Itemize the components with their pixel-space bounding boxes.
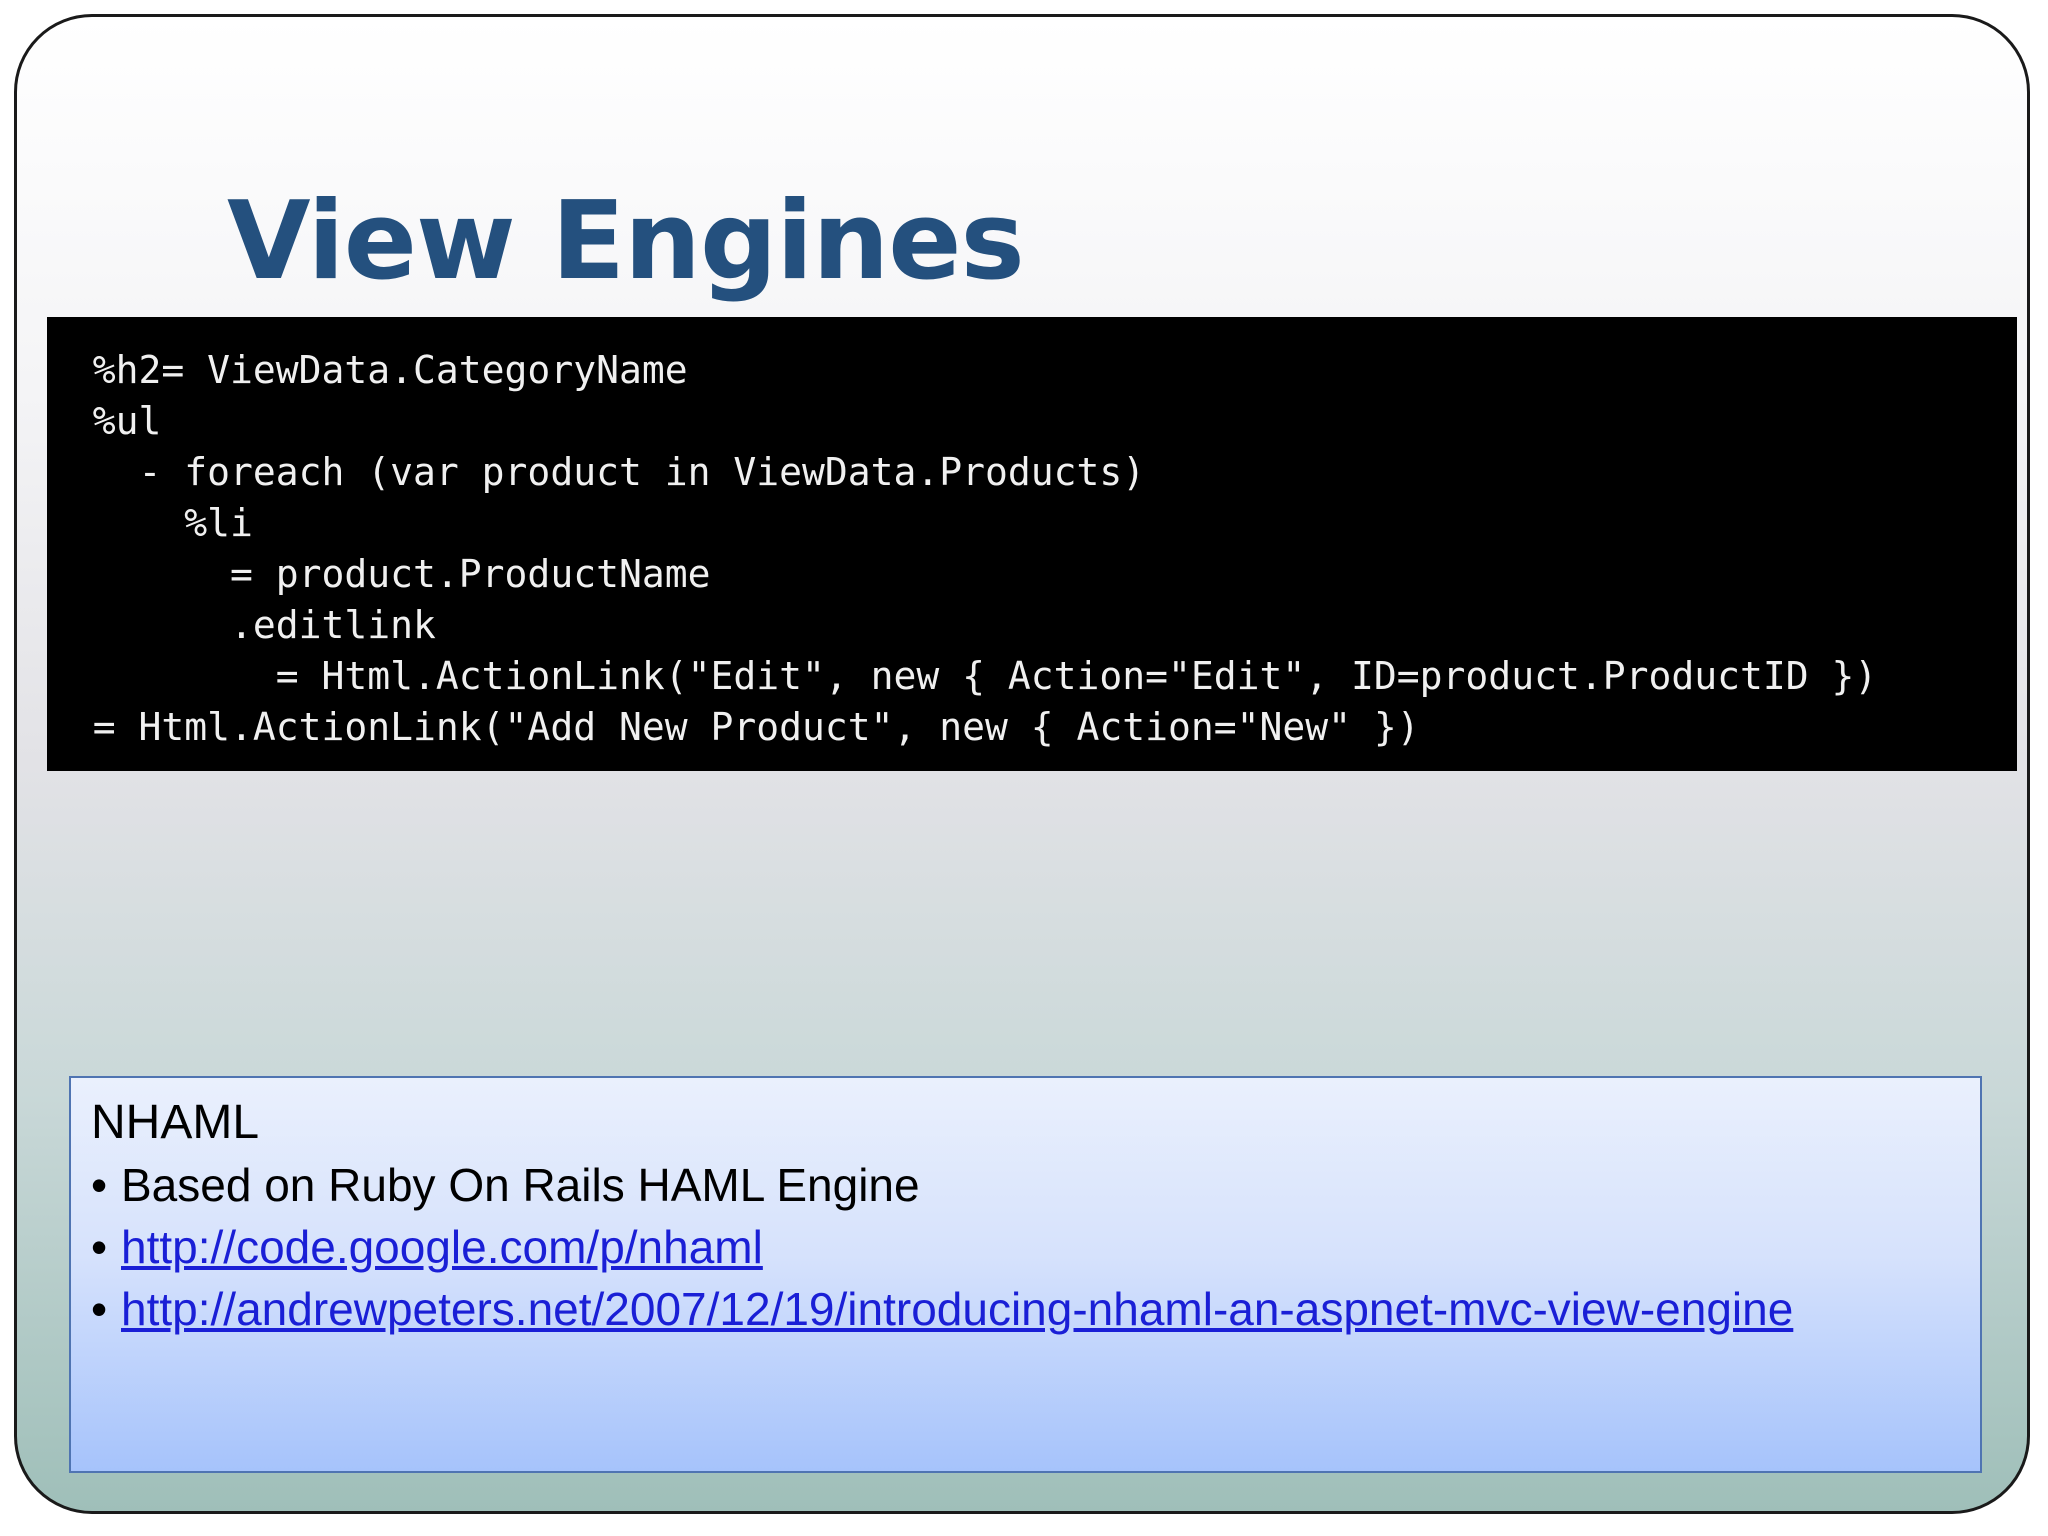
bullet-icon: • — [91, 1159, 108, 1211]
info-heading: NHAML — [91, 1096, 260, 1149]
info-box: NHAML • Based on Ruby On Rails HAML Engin… — [69, 1076, 1982, 1473]
code-line: - foreach (var product in ViewData.Produ… — [47, 450, 1146, 494]
nhaml-google-code-link[interactable]: http://code.google.com/p/nhaml — [121, 1221, 763, 1273]
info-item-text: Based on Ruby On Rails HAML Engine — [121, 1159, 920, 1211]
bullet-icon: • — [91, 1283, 108, 1335]
code-line: = Html.ActionLink("Add New Product", new… — [47, 705, 1420, 749]
code-line: = product.ProductName — [47, 552, 711, 596]
info-list: • Based on Ruby On Rails HAML Engine • htt… — [91, 1154, 1960, 1340]
bullet-icon: • — [91, 1221, 108, 1273]
list-item: • http://code.google.com/p/nhaml — [91, 1216, 1960, 1278]
slide-title: View Engines — [227, 179, 1025, 304]
code-line: .editlink — [47, 603, 436, 647]
code-line: %ul — [47, 399, 162, 443]
code-line: %h2= ViewData.CategoryName — [47, 348, 688, 392]
slide: View Engines %h2= ViewData.CategoryName … — [14, 14, 2030, 1514]
andrewpeters-blog-link[interactable]: http://andrewpeters.net/2007/12/19/intro… — [121, 1283, 1793, 1335]
code-line: %li — [47, 501, 253, 545]
code-line: = Html.ActionLink("Edit", new { Action="… — [47, 654, 1878, 698]
list-item: • http://andrewpeters.net/2007/12/19/intr… — [91, 1278, 1960, 1340]
code-block: %h2= ViewData.CategoryName %ul - foreach… — [47, 317, 2017, 771]
list-item: • Based on Ruby On Rails HAML Engine — [91, 1154, 1960, 1216]
